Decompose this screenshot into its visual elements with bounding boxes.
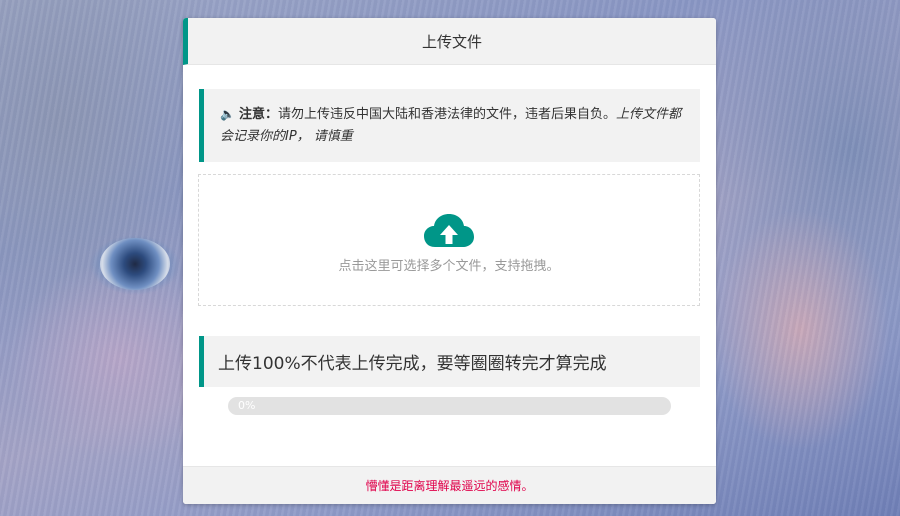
panel-header: 上传文件 <box>183 18 716 65</box>
cloud-upload-icon <box>423 213 475 249</box>
notice-text: 请勿上传违反中国大陆和香港法律的文件，违者后果自负。 <box>277 107 616 122</box>
speaker-icon: 🔈 <box>220 107 235 121</box>
progress-bar: 0% <box>228 397 671 415</box>
dropzone-hint: 点击这里可选择多个文件，支持拖拽。 <box>338 258 560 274</box>
panel-title: 上传文件 <box>421 32 482 51</box>
notice-box: 🔈 注意：请勿上传违反中国大陆和香港法律的文件，违者后果自负。上传文件都会记录你的… <box>199 89 700 162</box>
progress-heading-text: 上传100%不代表上传完成，要等圈圈转完才算完成 <box>218 354 607 374</box>
footer-quote: 懵懂是距离理解最遥远的感情。 <box>365 479 534 493</box>
progress-heading: 上传100%不代表上传完成，要等圈圈转完才算完成 <box>199 336 700 387</box>
upload-dropzone[interactable]: 点击这里可选择多个文件，支持拖拽。 <box>198 174 700 306</box>
panel-footer: 懵懂是距离理解最遥远的感情。 <box>183 466 716 504</box>
progress-label: 0% <box>238 399 256 412</box>
notice-label: 注意： <box>238 107 278 122</box>
background-eye <box>100 238 170 290</box>
upload-panel: 上传文件 🔈 注意：请勿上传违反中国大陆和香港法律的文件，违者后果自负。上传文件都… <box>183 18 716 504</box>
